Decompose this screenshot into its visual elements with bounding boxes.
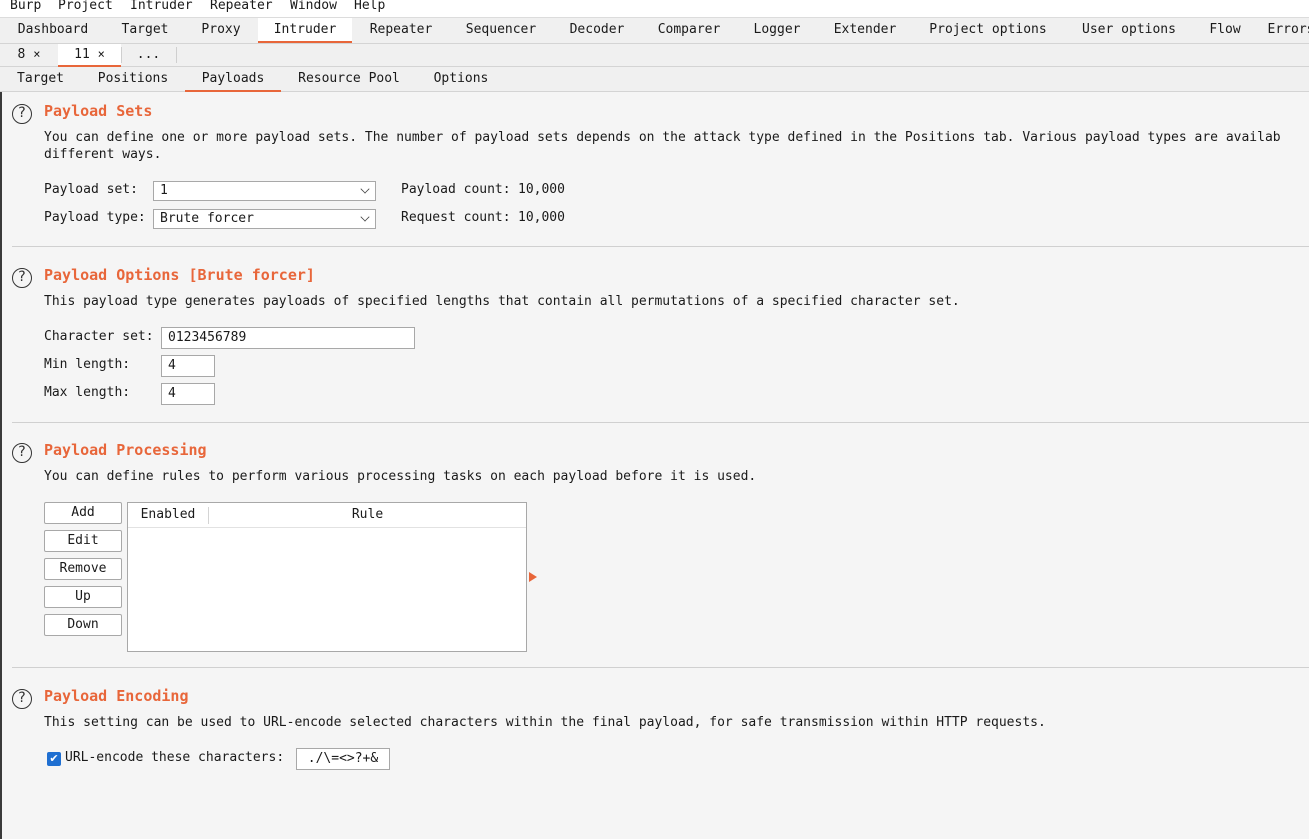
add-rule-button[interactable]: Add: [44, 502, 122, 524]
intruder-subtabs: Target Positions Payloads Resource Pool …: [0, 67, 1309, 92]
payload-count-label: Payload count:: [401, 182, 511, 197]
payload-sets-desc: You can define one or more payload sets.…: [44, 130, 1281, 145]
help-icon[interactable]: ?: [12, 689, 32, 709]
payload-type-label: Payload type:: [44, 210, 146, 225]
chevron-down-icon: [360, 212, 370, 222]
tab-dashboard[interactable]: Dashboard: [0, 18, 106, 41]
tab-extender[interactable]: Extender: [818, 18, 912, 41]
tab-flow[interactable]: Flow: [1194, 18, 1256, 41]
menu-intruder[interactable]: Intruder: [130, 0, 193, 13]
min-length-input[interactable]: 4: [161, 355, 215, 377]
attack-tab-label: 11: [74, 47, 90, 62]
tab-divider: [176, 47, 177, 63]
charset-input[interactable]: 0123456789: [161, 327, 415, 349]
attack-tab-label: 8: [17, 47, 26, 62]
menu-project[interactable]: Project: [58, 0, 113, 13]
tab-logger[interactable]: Logger: [736, 18, 818, 41]
request-count-value: 10,000: [518, 210, 565, 225]
menu-repeater[interactable]: Repeater: [210, 0, 273, 13]
tab-repeater[interactable]: Repeater: [352, 18, 450, 41]
header-divider: [128, 527, 526, 528]
edit-rule-button[interactable]: Edit: [44, 530, 122, 552]
min-length-label: Min length:: [44, 357, 131, 372]
column-header-rule[interactable]: Rule: [209, 503, 526, 527]
tab-sequencer[interactable]: Sequencer: [450, 18, 552, 41]
payload-set-select[interactable]: 1: [153, 181, 376, 201]
move-up-button[interactable]: Up: [44, 586, 122, 608]
close-icon[interactable]: ×: [98, 47, 105, 61]
subtab-target[interactable]: Target: [0, 67, 81, 90]
url-encode-checkbox[interactable]: ✔: [47, 752, 61, 766]
payload-options-desc: This payload type generates payloads of …: [44, 294, 960, 309]
max-length-input[interactable]: 4: [161, 383, 215, 405]
tab-target[interactable]: Target: [106, 18, 184, 41]
payload-set-value: 1: [160, 183, 168, 198]
tab-user-options[interactable]: User options: [1064, 18, 1194, 41]
section-divider: [12, 667, 1309, 668]
max-length-label: Max length:: [44, 385, 131, 400]
payload-encoding-desc: This setting can be used to URL-encode s…: [44, 715, 1046, 730]
section-divider: [12, 246, 1309, 247]
tab-proxy[interactable]: Proxy: [184, 18, 258, 41]
section-divider: [12, 422, 1309, 423]
help-icon[interactable]: ?: [12, 443, 32, 463]
payload-processing-title: Payload Processing: [44, 441, 207, 459]
processing-rules-table[interactable]: Enabled Rule: [127, 502, 527, 652]
payload-sets-desc-cont: different ways.: [44, 147, 162, 162]
url-encode-chars-input[interactable]: ./\=<>?+&: [296, 748, 390, 770]
attack-tab-8[interactable]: 8 ×: [0, 44, 58, 65]
tab-project-options[interactable]: Project options: [912, 18, 1064, 41]
expand-arrow-icon[interactable]: [529, 572, 537, 582]
tab-decoder[interactable]: Decoder: [552, 18, 642, 41]
menu-window[interactable]: Window: [290, 0, 337, 13]
menu-burp[interactable]: Burp: [10, 0, 41, 13]
chevron-down-icon: [360, 184, 370, 194]
payload-options-title: Payload Options [Brute forcer]: [44, 266, 315, 284]
remove-rule-button[interactable]: Remove: [44, 558, 122, 580]
tab-comparer[interactable]: Comparer: [642, 18, 736, 41]
attack-tab-new[interactable]: ...: [121, 44, 176, 65]
help-icon[interactable]: ?: [12, 104, 32, 124]
charset-label: Character set:: [44, 329, 154, 344]
payload-count-value: 10,000: [518, 182, 565, 197]
tab-intruder[interactable]: Intruder: [258, 18, 352, 43]
menu-bar: Burp Project Intruder Repeater Window He…: [0, 0, 1309, 18]
move-down-button[interactable]: Down: [44, 614, 122, 636]
payload-type-value: Brute forcer: [160, 211, 254, 226]
payload-sets-title: Payload Sets: [44, 102, 153, 120]
subtab-options[interactable]: Options: [417, 67, 505, 90]
help-icon[interactable]: ?: [12, 268, 32, 288]
column-header-enabled[interactable]: Enabled: [128, 503, 208, 527]
subtab-positions[interactable]: Positions: [81, 67, 185, 90]
menu-help[interactable]: Help: [354, 0, 385, 13]
payload-set-label: Payload set:: [44, 182, 138, 197]
subtab-resource-pool[interactable]: Resource Pool: [281, 67, 417, 90]
payload-encoding-title: Payload Encoding: [44, 687, 189, 705]
subtab-payloads[interactable]: Payloads: [185, 67, 281, 92]
url-encode-label: URL-encode these characters:: [65, 750, 285, 765]
tab-errors[interactable]: Errors: [1256, 18, 1309, 41]
attack-tabs: 8 × 11 × ...: [0, 44, 1309, 67]
payload-type-select[interactable]: Brute forcer: [153, 209, 376, 229]
payload-processing-desc: You can define rules to perform various …: [44, 469, 757, 484]
request-count-label: Request count:: [401, 210, 511, 225]
attack-tab-11[interactable]: 11 ×: [58, 44, 121, 67]
left-edge: [0, 92, 2, 839]
close-icon[interactable]: ×: [33, 47, 40, 61]
main-tabs: Dashboard Target Proxy Intruder Repeater…: [0, 18, 1309, 44]
